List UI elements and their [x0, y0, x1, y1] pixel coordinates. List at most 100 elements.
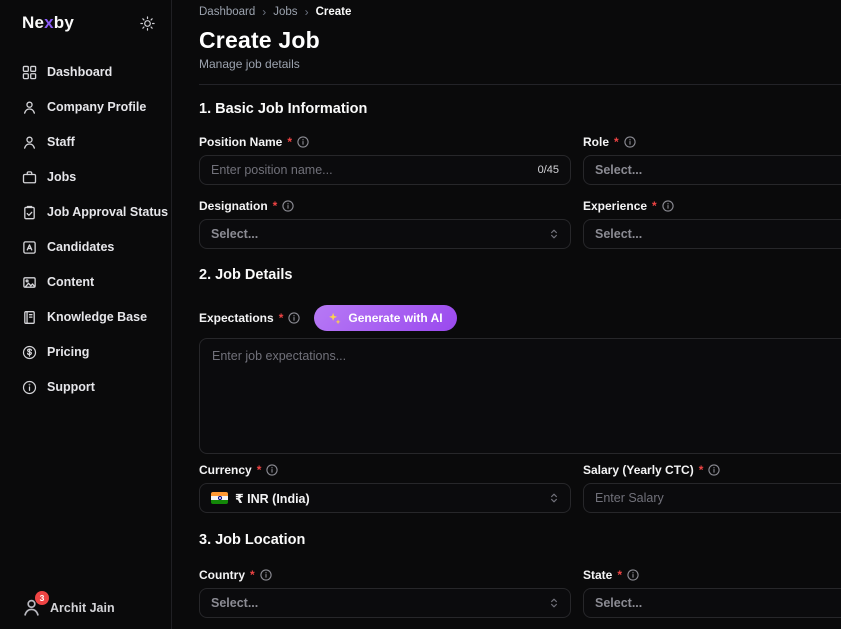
section-heading-location: 3. Job Location	[199, 532, 841, 548]
role-label: Role	[583, 135, 609, 149]
chevron-right-icon: ›	[305, 5, 309, 19]
sidebar-item-jobs[interactable]: Jobs	[0, 166, 171, 188]
user-name: Archit Jain	[50, 601, 115, 615]
breadcrumb: Dashboard › Jobs › Create	[199, 5, 841, 19]
image-icon	[22, 275, 37, 290]
sidebar-item-label: Content	[47, 275, 94, 289]
sidebar-item-label: Staff	[47, 135, 75, 149]
chevrons-up-down-icon	[548, 492, 560, 504]
position-name-field: Position Name * 0/45	[199, 135, 571, 185]
breadcrumb-jobs[interactable]: Jobs	[273, 6, 297, 18]
id-card-icon	[22, 240, 37, 255]
position-name-label: Position Name	[199, 135, 282, 149]
required-marker: *	[614, 135, 619, 149]
country-field: Country * Select...	[199, 568, 571, 618]
section-heading-details: 2. Job Details	[199, 267, 841, 283]
experience-select[interactable]: Select...	[583, 219, 841, 249]
app-logo: Nexby	[22, 13, 74, 33]
country-select[interactable]: Select...	[199, 588, 571, 618]
info-icon[interactable]	[662, 200, 674, 212]
state-label: State	[583, 568, 612, 582]
sidebar: Nexby Dashboard Company Profile Staff	[0, 0, 172, 629]
designation-label: Designation	[199, 199, 268, 213]
sidebar-item-content[interactable]: Content	[0, 271, 171, 293]
required-marker: *	[652, 199, 657, 213]
header-divider	[199, 84, 841, 85]
info-icon[interactable]	[627, 569, 639, 581]
state-select[interactable]: Select...	[583, 588, 841, 618]
generate-with-ai-button[interactable]: Generate with AI	[314, 305, 456, 331]
sidebar-item-label: Job Approval Status	[47, 205, 168, 219]
breadcrumb-dashboard[interactable]: Dashboard	[199, 6, 255, 18]
info-icon[interactable]	[708, 464, 720, 476]
section-heading-basic: 1. Basic Job Information	[199, 101, 841, 117]
role-select[interactable]: Select...	[583, 155, 841, 185]
required-marker: *	[617, 568, 622, 582]
book-icon	[22, 310, 37, 325]
country-label: Country	[199, 568, 245, 582]
sidebar-item-label: Candidates	[47, 240, 114, 254]
position-name-input[interactable]	[211, 163, 559, 177]
theme-toggle-sun-icon[interactable]	[140, 16, 155, 31]
info-icon[interactable]	[266, 464, 278, 476]
required-marker: *	[287, 135, 292, 149]
info-icon[interactable]	[624, 136, 636, 148]
required-marker: *	[279, 311, 284, 325]
sidebar-item-dashboard[interactable]: Dashboard	[0, 61, 171, 83]
experience-field: Experience * Select...	[583, 199, 841, 249]
designation-select[interactable]: Select...	[199, 219, 571, 249]
sidebar-item-label: Support	[47, 380, 95, 394]
sidebar-item-label: Knowledge Base	[47, 310, 147, 324]
sparkles-icon	[328, 312, 341, 325]
role-field: Role * Select...	[583, 135, 841, 185]
sidebar-item-label: Pricing	[47, 345, 89, 359]
currency-select[interactable]: ₹ INR (India)	[199, 483, 571, 513]
sidebar-nav: Dashboard Company Profile Staff Jobs Job…	[0, 61, 171, 398]
info-icon[interactable]	[288, 312, 300, 324]
info-circle-icon	[22, 380, 37, 395]
experience-label: Experience	[583, 199, 647, 213]
page-subtitle: Manage job details	[199, 57, 841, 71]
sidebar-item-label: Jobs	[47, 170, 76, 184]
user-icon	[22, 100, 37, 115]
currency-label: Currency	[199, 463, 252, 477]
expectations-label: Expectations	[199, 311, 274, 325]
required-marker: *	[699, 463, 704, 477]
sidebar-item-job-approval-status[interactable]: Job Approval Status	[0, 201, 171, 223]
expectations-textarea[interactable]	[200, 339, 841, 453]
grid-icon	[22, 65, 37, 80]
info-icon[interactable]	[260, 569, 272, 581]
salary-input[interactable]	[595, 491, 841, 505]
info-icon[interactable]	[297, 136, 309, 148]
sidebar-item-company-profile[interactable]: Company Profile	[0, 96, 171, 118]
currency-field: Currency * ₹ INR (India)	[199, 463, 571, 513]
user-avatar-icon: 3	[22, 598, 41, 617]
chevrons-up-down-icon	[548, 597, 560, 609]
chevron-right-icon: ›	[262, 5, 266, 19]
sidebar-item-label: Dashboard	[47, 65, 112, 79]
breadcrumb-create: Create	[316, 6, 352, 18]
sidebar-item-support[interactable]: Support	[0, 376, 171, 398]
dollar-circle-icon	[22, 345, 37, 360]
briefcase-icon	[22, 170, 37, 185]
sidebar-item-pricing[interactable]: Pricing	[0, 341, 171, 363]
state-field: State * Select...	[583, 568, 841, 618]
required-marker: *	[250, 568, 255, 582]
clipboard-check-icon	[22, 205, 37, 220]
salary-field: Salary (Yearly CTC) *	[583, 463, 841, 513]
salary-label: Salary (Yearly CTC)	[583, 463, 694, 477]
info-icon[interactable]	[282, 200, 294, 212]
sidebar-item-label: Company Profile	[47, 100, 146, 114]
char-counter: 0/45	[538, 164, 559, 176]
sidebar-item-staff[interactable]: Staff	[0, 131, 171, 153]
page-title: Create Job	[199, 27, 841, 54]
sidebar-item-knowledge-base[interactable]: Knowledge Base	[0, 306, 171, 328]
user-icon	[22, 135, 37, 150]
notification-badge: 3	[35, 591, 49, 605]
sidebar-item-candidates[interactable]: Candidates	[0, 236, 171, 258]
chevrons-up-down-icon	[548, 228, 560, 240]
main-content: Dashboard › Jobs › Create Create Job Man…	[172, 0, 841, 629]
required-marker: *	[257, 463, 262, 477]
india-flag-icon	[211, 492, 228, 504]
user-menu[interactable]: 3 Archit Jain	[22, 598, 115, 617]
